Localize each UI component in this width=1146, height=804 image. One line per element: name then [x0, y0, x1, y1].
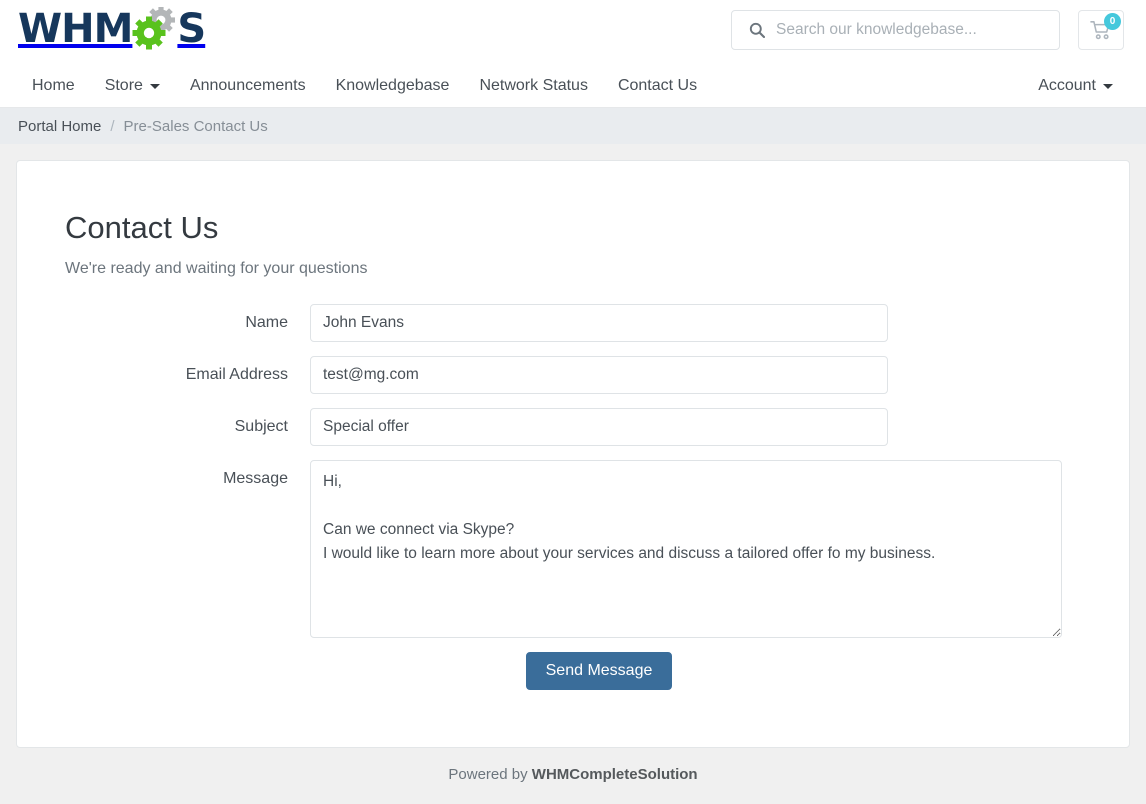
- nav-item-label: Announcements: [190, 64, 306, 108]
- cart-button[interactable]: 0: [1078, 10, 1124, 50]
- content-card: Contact Us We're ready and waiting for y…: [16, 160, 1130, 748]
- email-label: Email Address: [65, 356, 310, 384]
- subject-input[interactable]: [310, 408, 888, 446]
- nav-item-home[interactable]: Home: [22, 64, 90, 108]
- nav-items: Home Store Announcements Knowledgebase N…: [22, 64, 712, 108]
- nav-item-account[interactable]: Account: [1028, 64, 1128, 108]
- message-label: Message: [65, 460, 310, 488]
- site-header: WHM: [0, 0, 1146, 64]
- breadcrumb: Portal Home / Pre-Sales Contact Us: [0, 108, 1146, 144]
- search-icon: [748, 21, 766, 39]
- cart-count-badge: 0: [1104, 13, 1121, 30]
- name-input[interactable]: [310, 304, 888, 342]
- breadcrumb-item-portal-home[interactable]: Portal Home: [18, 118, 101, 135]
- nav-item-label: Contact Us: [618, 64, 697, 108]
- breadcrumb-separator: /: [110, 118, 114, 135]
- logo-text-left: WHM: [18, 9, 132, 49]
- footer-prefix: Powered by: [448, 766, 531, 783]
- nav-item-label: Account: [1038, 64, 1096, 108]
- main-navigation: Home Store Announcements Knowledgebase N…: [0, 64, 1146, 108]
- content-card-body: Contact Us We're ready and waiting for y…: [17, 161, 1129, 690]
- form-row-message: Message Hi, Can we connect via Skype? I …: [65, 460, 1079, 638]
- breadcrumb-item-current: Pre-Sales Contact Us: [124, 118, 268, 135]
- page-title: Contact Us: [65, 209, 1079, 246]
- page-root: WHM: [0, 0, 1146, 804]
- nav-item-store[interactable]: Store: [90, 64, 175, 108]
- contact-form: Name Email Address Subject Message Hi, C…: [65, 304, 1079, 690]
- whmcs-logo[interactable]: WHM: [18, 6, 205, 52]
- form-actions-holder: Send Message: [310, 652, 888, 690]
- nav-account-area: Account: [1028, 64, 1128, 108]
- subject-label: Subject: [65, 408, 310, 436]
- nav-item-network-status[interactable]: Network Status: [464, 64, 602, 108]
- site-footer: Powered by WHMCompleteSolution: [0, 766, 1146, 783]
- footer-brand: WHMCompleteSolution: [532, 766, 698, 783]
- search-bar[interactable]: [731, 10, 1060, 50]
- shopping-cart-icon: 0: [1079, 11, 1123, 49]
- page-subtitle: We're ready and waiting for your questio…: [65, 260, 1079, 278]
- nav-item-label: Network Status: [479, 64, 587, 108]
- form-actions: Send Message: [65, 652, 1079, 690]
- logo-text-right: S: [177, 9, 205, 49]
- nav-item-announcements[interactable]: Announcements: [175, 64, 321, 108]
- form-row-email: Email Address: [65, 356, 1079, 394]
- send-message-button[interactable]: Send Message: [526, 652, 673, 690]
- search-input[interactable]: [774, 21, 1049, 39]
- form-row-name: Name: [65, 304, 1079, 342]
- chevron-down-icon: [1103, 84, 1113, 89]
- message-textarea[interactable]: Hi, Can we connect via Skype? I would li…: [310, 460, 1062, 638]
- form-actions-spacer: [65, 652, 310, 690]
- nav-item-label: Home: [32, 64, 75, 108]
- name-label: Name: [65, 304, 310, 332]
- nav-item-label: Store: [105, 64, 143, 108]
- nav-item-knowledgebase[interactable]: Knowledgebase: [321, 64, 465, 108]
- gear-icon: [131, 7, 179, 51]
- email-input[interactable]: [310, 356, 888, 394]
- form-row-subject: Subject: [65, 408, 1079, 446]
- nav-item-label: Knowledgebase: [336, 64, 450, 108]
- chevron-down-icon: [150, 84, 160, 89]
- nav-item-contact-us[interactable]: Contact Us: [603, 64, 712, 108]
